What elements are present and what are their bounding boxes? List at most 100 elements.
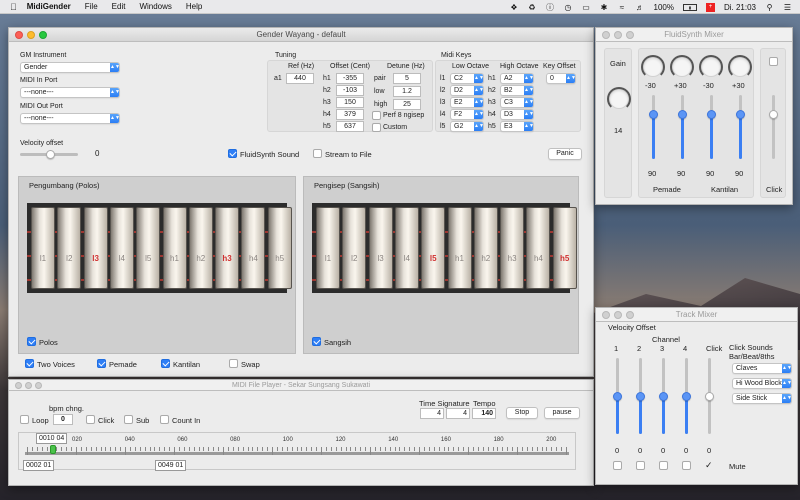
velocity-fader[interactable] (705, 358, 714, 434)
pan-knob[interactable] (728, 55, 752, 79)
close-icon[interactable] (15, 31, 23, 39)
gender-key-h2[interactable]: h2 (473, 207, 498, 289)
dropbox-icon[interactable]: ❖ (510, 3, 519, 12)
spotlight-icon[interactable]: ⚲ (765, 3, 774, 12)
gender-key-l1[interactable]: l1 (316, 207, 340, 289)
menu-file[interactable]: File (85, 2, 98, 11)
velocity-fader[interactable] (682, 358, 691, 434)
click-sound-select[interactable]: Claves ▲▼ (732, 363, 792, 374)
low-key-select[interactable]: F2 ▲▼ (450, 109, 484, 120)
minimize-icon[interactable] (614, 31, 622, 39)
timeline-ruler[interactable]: 020 040 060 080 100 120 140 160 180 200 0010 04 000… (18, 432, 576, 471)
gm-instrument-select[interactable]: Gender ▲▼ (20, 62, 120, 73)
velocity-fader-thumb[interactable] (613, 392, 622, 401)
sub-checkbox[interactable] (124, 415, 133, 424)
swap-checkbox[interactable] (229, 359, 238, 368)
click-fader-thumb[interactable] (769, 110, 778, 120)
velocity-fader-thumb[interactable] (682, 392, 691, 401)
bluetooth-icon[interactable]: ✱ (600, 3, 609, 12)
midi-out-select[interactable]: ---none--- ▲▼ (20, 113, 120, 124)
minimize-icon[interactable] (614, 311, 622, 319)
gender-key-h5[interactable]: h5 (267, 207, 292, 289)
pan-knob[interactable] (641, 55, 665, 79)
velocity-fader-thumb[interactable] (636, 392, 645, 401)
two-voices-checkbox[interactable] (25, 359, 34, 368)
gender-key-h2[interactable]: h2 (188, 207, 213, 289)
kantilan-checkbox[interactable] (161, 359, 170, 368)
high-key-select[interactable]: A2 ▲▼ (500, 73, 534, 84)
battery-icon[interactable]: ▮ (682, 3, 697, 11)
loop-end-marker[interactable]: 0049 01 (155, 460, 187, 471)
loop-checkbox[interactable] (20, 415, 29, 424)
time-machine-icon[interactable]: ◷ (564, 3, 573, 12)
close-icon[interactable] (602, 31, 610, 39)
tuning-offset-input[interactable]: 637 (336, 121, 364, 132)
gender-key-h3[interactable]: h3 (215, 207, 240, 289)
gender-key-l4[interactable]: l4 (109, 207, 134, 289)
gender-key-l4[interactable]: l4 (394, 207, 419, 289)
volume-fader-thumb[interactable] (649, 110, 658, 120)
main-titlebar[interactable]: Gender Wayang - default (9, 28, 593, 42)
zoom-icon[interactable] (35, 382, 42, 389)
click-checkbox[interactable] (86, 415, 95, 424)
gender-key-l3[interactable]: l3 (368, 207, 393, 289)
volume-fader[interactable] (736, 95, 745, 159)
fluidsynth-sound-checkbox[interactable] (228, 149, 237, 158)
gender-key-h4[interactable]: h4 (526, 207, 551, 289)
wifi-icon[interactable]: ≈ (618, 3, 627, 12)
click-sound-select[interactable]: Hi Wood Block ▲▼ (732, 378, 792, 389)
gender-key-h1[interactable]: h1 (162, 207, 187, 289)
detune-input[interactable]: 1.2 (393, 86, 421, 97)
flag-icon[interactable]: + (705, 2, 715, 12)
volume-fader-thumb[interactable] (736, 110, 745, 120)
tuning-offset-input[interactable]: 379 (336, 109, 364, 120)
high-key-select[interactable]: D3 ▲▼ (500, 109, 534, 120)
gender-key-l5[interactable]: l5 (136, 207, 161, 289)
tuning-offset-input[interactable]: -355 (336, 73, 364, 84)
tuning-offset-input[interactable]: -103 (336, 85, 364, 96)
high-key-select[interactable]: E3 ▲▼ (500, 121, 534, 132)
gender-key-h5[interactable]: h5 (552, 207, 577, 289)
position-handle-icon[interactable] (50, 445, 56, 454)
velocity-fader[interactable] (659, 358, 668, 434)
apple-icon[interactable]:  (10, 2, 17, 12)
gender-key-h4[interactable]: h4 (241, 207, 266, 289)
count-in-checkbox[interactable] (160, 415, 169, 424)
velocity-offset-slider[interactable] (20, 150, 78, 159)
gender-key-l5[interactable]: l5 (421, 207, 446, 289)
pemade-checkbox[interactable] (97, 359, 106, 368)
low-key-select[interactable]: E2 ▲▼ (450, 97, 484, 108)
midi-in-select[interactable]: ---none--- ▲▼ (20, 87, 120, 98)
velocity-fader[interactable] (613, 358, 622, 434)
velocity-offset-thumb[interactable] (46, 150, 55, 159)
click-fader[interactable] (769, 95, 778, 159)
click-sound-select[interactable]: Side Stick ▲▼ (732, 393, 792, 404)
velocity-fader[interactable] (636, 358, 645, 434)
panic-button[interactable]: Panic (548, 148, 582, 160)
pengumbang-instrument[interactable]: l1 l2 l3 l4 l5 h1 h2 h3 h4 h5 (27, 203, 292, 293)
loop-start-marker[interactable]: 0002 01 (23, 460, 55, 471)
zoom-icon[interactable] (626, 31, 634, 39)
gender-key-l2[interactable]: l2 (342, 207, 367, 289)
time-sig-numerator[interactable]: 4 (420, 408, 444, 419)
low-key-select[interactable]: G2 ▲▼ (450, 121, 484, 132)
minimize-icon[interactable] (27, 31, 35, 39)
stream-to-file-checkbox[interactable] (313, 149, 322, 158)
bpm-change-input[interactable]: 0 (53, 414, 73, 425)
menu-windows[interactable]: Windows (139, 2, 171, 11)
minimize-icon[interactable] (25, 382, 32, 389)
volume-fader[interactable] (649, 95, 658, 159)
stop-button[interactable]: Stop (506, 407, 538, 419)
info-icon[interactable]: ⓘ (546, 3, 555, 12)
position-marker[interactable]: 0010 04 (36, 433, 68, 444)
track-titlebar[interactable]: Track Mixer (596, 308, 797, 322)
fluid-click-checkbox[interactable] (769, 57, 778, 66)
high-key-select[interactable]: C3 ▲▼ (500, 97, 534, 108)
menu-help[interactable]: Help (186, 2, 202, 11)
mute-checkbox[interactable] (659, 461, 668, 470)
control-center-icon[interactable]: ☰ (783, 3, 792, 12)
volume-fader[interactable] (707, 95, 716, 159)
sangsih-checkbox[interactable] (312, 337, 321, 346)
clock[interactable]: Di. 21:03 (724, 3, 756, 12)
volume-fader-thumb[interactable] (678, 110, 687, 120)
